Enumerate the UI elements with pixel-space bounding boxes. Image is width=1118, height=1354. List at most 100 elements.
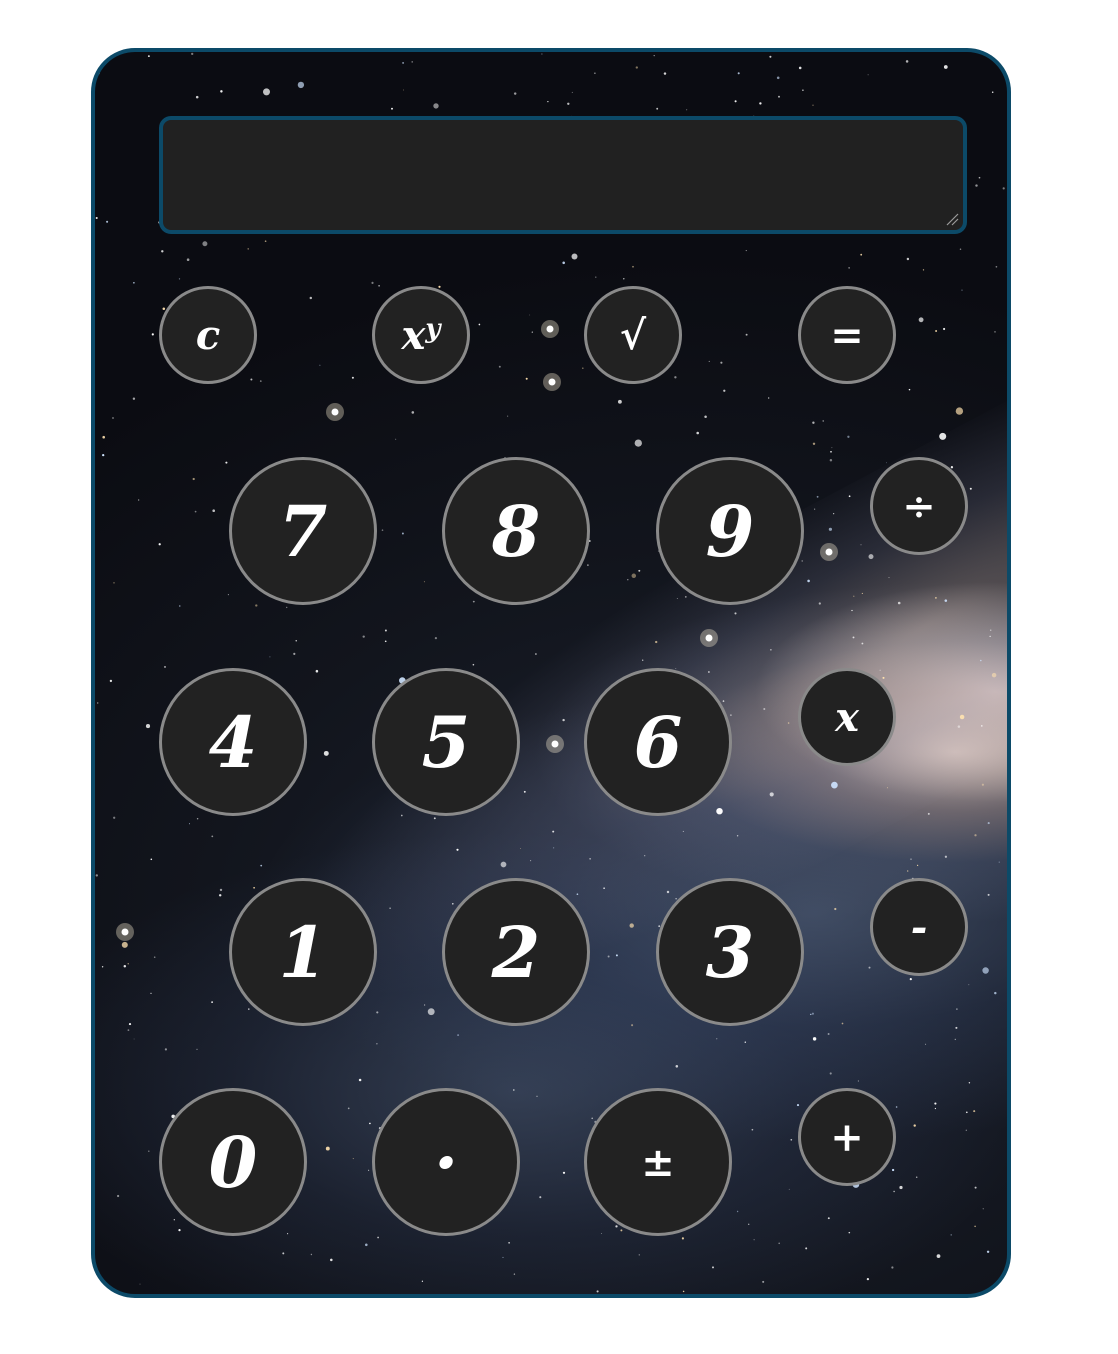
star [173, 1219, 175, 1221]
star [502, 1256, 504, 1258]
digit-3-label: 3 [705, 910, 755, 994]
subtract-button[interactable]: - [870, 878, 968, 976]
power-button[interactable]: xy [372, 286, 470, 384]
star [868, 966, 871, 969]
star [472, 663, 475, 666]
star [330, 1258, 333, 1262]
star [102, 453, 105, 457]
star [975, 184, 978, 187]
star [802, 89, 804, 92]
star [262, 88, 271, 96]
star [227, 594, 229, 596]
star [723, 389, 726, 392]
digit-5-button[interactable]: 5 [372, 668, 520, 816]
star-glow [326, 403, 344, 421]
digit-0-button[interactable]: 0 [159, 1088, 307, 1236]
decimal-button[interactable]: · [372, 1088, 520, 1236]
star [434, 636, 438, 640]
star [133, 1038, 135, 1040]
star [682, 830, 684, 832]
star [128, 1023, 132, 1026]
star [730, 714, 732, 716]
digit-8-button[interactable]: 8 [442, 457, 590, 605]
star [642, 659, 644, 661]
digit-4-label: 4 [208, 700, 258, 784]
sqrt-button[interactable]: √ [584, 286, 682, 384]
star [219, 888, 223, 892]
star [861, 642, 864, 645]
star [623, 278, 625, 280]
star [935, 597, 937, 599]
star [681, 1237, 684, 1240]
digit-6-label: 6 [633, 700, 683, 784]
bright-star [546, 325, 554, 333]
star [594, 72, 596, 75]
star [973, 1110, 976, 1113]
star [638, 569, 641, 572]
star [195, 95, 199, 99]
digit-2-button[interactable]: 2 [442, 878, 590, 1026]
star [438, 285, 441, 288]
star [632, 265, 634, 268]
star [158, 543, 161, 546]
star [907, 870, 909, 872]
star [132, 397, 136, 400]
star [686, 109, 688, 111]
digit-9-button[interactable]: 9 [656, 457, 804, 605]
star [297, 81, 305, 89]
star [888, 577, 890, 579]
star [113, 582, 115, 584]
star [411, 61, 413, 63]
star [116, 1194, 120, 1198]
star [576, 893, 579, 896]
divide-button[interactable]: ÷ [870, 457, 968, 555]
star [716, 1038, 718, 1040]
plus-minus-button[interactable]: ± [584, 1088, 732, 1236]
star [1002, 187, 1005, 190]
star [959, 248, 962, 250]
star [788, 1188, 790, 1190]
star [968, 984, 970, 986]
star [981, 725, 983, 727]
star [498, 365, 501, 368]
star [828, 527, 833, 531]
digit-7-button[interactable]: 7 [229, 457, 377, 605]
star [934, 1107, 937, 1110]
digit-1-button[interactable]: 1 [229, 878, 377, 1026]
star [770, 649, 772, 651]
star [776, 76, 780, 80]
star [656, 107, 659, 110]
star [571, 253, 578, 260]
digit-3-button[interactable]: 3 [656, 878, 804, 1026]
star [893, 1190, 895, 1193]
clear-button[interactable]: c [159, 286, 257, 384]
star [121, 941, 128, 948]
star [852, 636, 855, 639]
star [529, 314, 531, 316]
calculator-display[interactable] [159, 116, 967, 234]
equals-button[interactable]: = [798, 286, 896, 384]
star [472, 600, 475, 603]
digit-4-button[interactable]: 4 [159, 668, 307, 816]
star [969, 487, 972, 490]
star [102, 435, 105, 439]
star [269, 656, 271, 658]
star [790, 1138, 793, 1141]
star [745, 333, 748, 336]
star [666, 890, 670, 894]
multiply-button[interactable]: x [798, 668, 896, 766]
star [310, 1253, 313, 1256]
star [831, 447, 833, 449]
digit-6-button[interactable]: 6 [584, 668, 732, 816]
star [191, 52, 194, 56]
star [768, 397, 770, 399]
star [400, 814, 403, 817]
star [805, 1247, 808, 1250]
star [653, 54, 655, 57]
add-button[interactable]: + [798, 1088, 896, 1186]
star [812, 104, 814, 106]
star [282, 1252, 285, 1255]
star [391, 107, 393, 110]
star [112, 417, 114, 419]
star [248, 1008, 250, 1010]
